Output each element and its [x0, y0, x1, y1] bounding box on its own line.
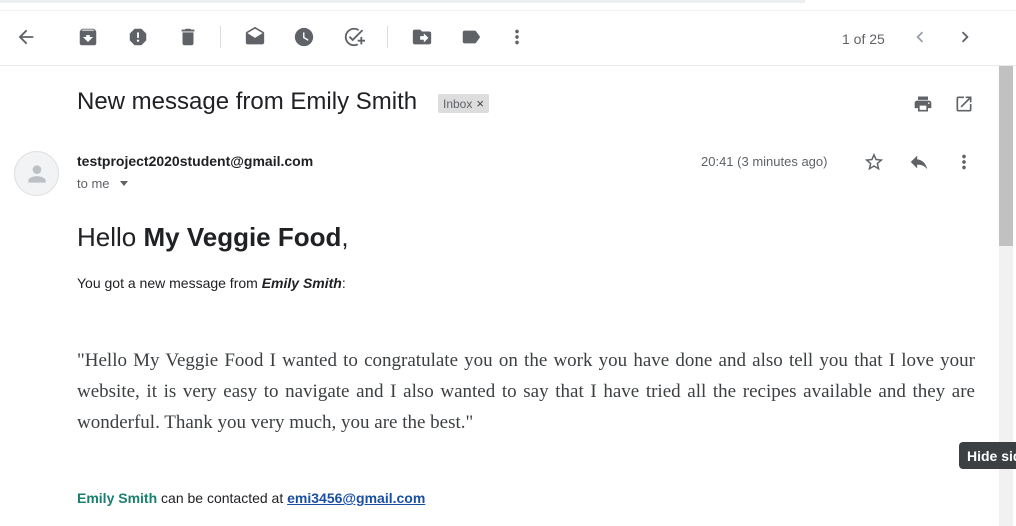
report-spam-icon[interactable]	[126, 25, 150, 49]
chevron-left-icon[interactable]	[908, 25, 932, 49]
intro-line: You got a new message from Emily Smith:	[77, 275, 346, 291]
message-quote: "Hello My Veggie Food I wanted to congra…	[77, 350, 975, 433]
pager-count: 1 of 25	[842, 31, 885, 47]
mark-unread-icon[interactable]	[243, 25, 267, 49]
toolbar-divider	[220, 26, 221, 48]
greeting-prefix: Hello	[77, 222, 144, 252]
move-to-icon[interactable]	[410, 25, 434, 49]
top-strip	[0, 0, 805, 3]
chevron-right-icon[interactable]	[953, 25, 977, 49]
recipient-text: to me	[77, 176, 110, 191]
trash-icon[interactable]	[176, 25, 200, 49]
label-icon[interactable]	[459, 25, 483, 49]
greeting-suffix: ,	[341, 222, 349, 252]
toolbar-divider	[387, 26, 388, 48]
message-toolbar: 1 of 25	[0, 10, 1016, 66]
contact-email-link[interactable]: emi3456@gmail.com	[287, 490, 425, 506]
caret-down-icon	[119, 181, 128, 186]
recipient-details-toggle[interactable]: to me	[77, 176, 128, 191]
sender-avatar[interactable]	[14, 151, 59, 196]
label-text: Inbox	[443, 96, 473, 111]
sender-email[interactable]: testproject2020student@gmail.com	[77, 153, 313, 169]
print-icon[interactable]	[912, 93, 934, 115]
scroll-thumb[interactable]	[999, 66, 1013, 246]
email-subject: New message from Emily Smith	[77, 88, 418, 115]
star-icon[interactable]	[862, 150, 886, 174]
more-vert-icon[interactable]	[505, 25, 529, 49]
side-panel-tooltip: Hide side panel	[959, 442, 1016, 469]
reply-icon[interactable]	[907, 150, 931, 174]
greeting-heading: Hello My Veggie Food,	[77, 222, 349, 253]
intro-prefix: You got a new message from	[77, 275, 262, 291]
contact-line: Emily Smith can be contacted at emi3456@…	[77, 490, 425, 506]
archive-icon[interactable]	[76, 25, 100, 49]
arrow-left-icon[interactable]	[14, 25, 38, 49]
intro-suffix: :	[341, 275, 346, 291]
add-task-icon[interactable]	[342, 25, 366, 49]
contact-name: Emily Smith	[77, 490, 158, 506]
clock-icon[interactable]	[292, 25, 316, 49]
greeting-name: My Veggie Food	[143, 222, 342, 252]
open-new-window-icon[interactable]	[953, 93, 975, 115]
intro-name: Emily Smith	[261, 275, 342, 291]
remove-label-button[interactable]: ×	[476, 96, 484, 111]
person-icon	[27, 164, 46, 183]
more-vert-icon[interactable]	[952, 150, 976, 174]
contact-text: can be contacted at	[157, 490, 288, 506]
message-timestamp: 20:41 (3 minutes ago)	[701, 154, 828, 169]
inbox-label-chip[interactable]: Inbox ×	[438, 94, 489, 113]
